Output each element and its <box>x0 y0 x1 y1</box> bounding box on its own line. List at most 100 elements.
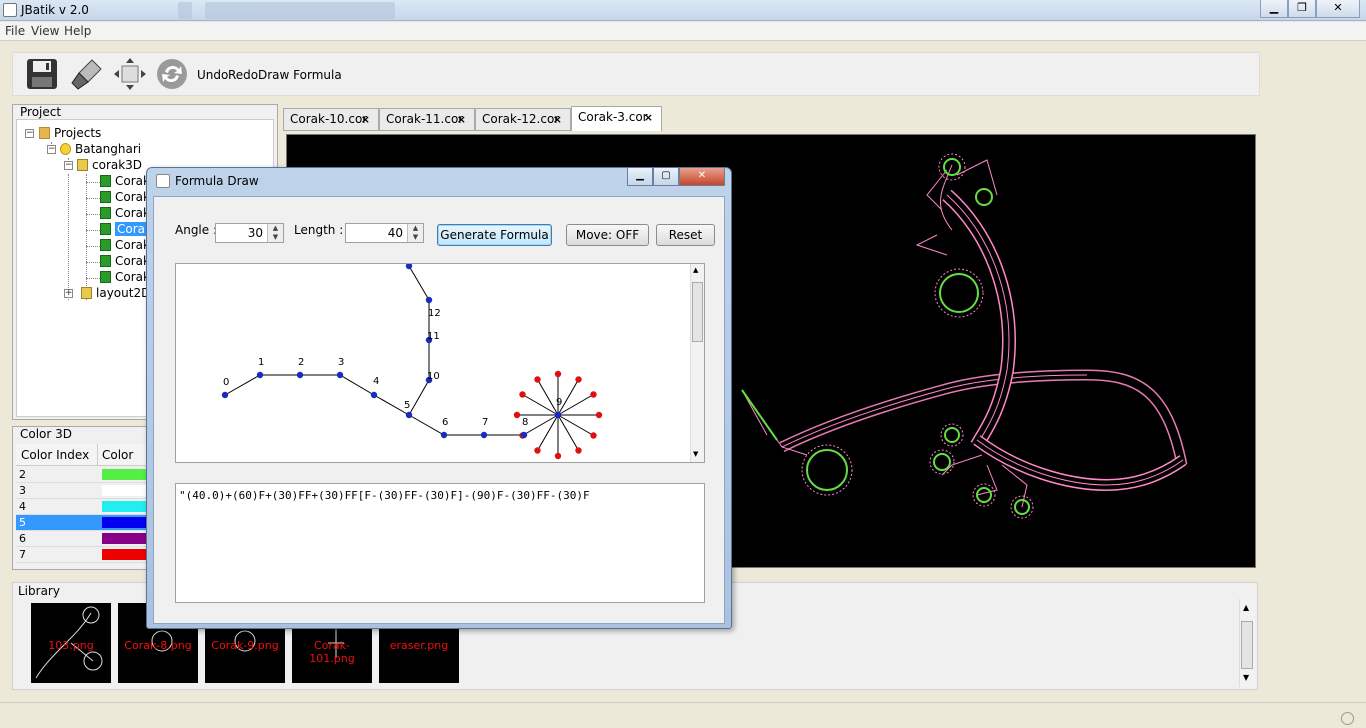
node-label: 1 <box>258 357 264 368</box>
tree-node-layout2d[interactable]: layout2D <box>81 286 150 301</box>
collapse-batanghari-icon[interactable]: − <box>47 145 56 154</box>
color-swatch[interactable] <box>102 485 150 496</box>
node-label: 12 <box>428 308 441 319</box>
undo-button[interactable]: Undo <box>197 68 228 82</box>
angle-spinner[interactable]: 30 ▲ ▼ <box>215 223 284 243</box>
generate-formula-button[interactable]: Generate Formula <box>437 224 552 246</box>
color-swatch[interactable] <box>102 517 150 528</box>
dialog-maximize-button[interactable]: ▢ <box>653 168 679 186</box>
collapse-corak3d-icon[interactable]: − <box>64 161 73 170</box>
column-header-color[interactable]: Color <box>98 444 148 466</box>
formula-graph[interactable]: 0 1 2 3 4 5 6 7 8 9 10 11 12 ▲ ▼ <box>175 262 705 463</box>
graph-scrollbar[interactable]: ▲ ▼ <box>690 264 704 462</box>
graph-node <box>296 371 304 379</box>
sun-icon <box>60 143 71 155</box>
length-spinner[interactable]: 40 ▲ ▼ <box>345 223 424 243</box>
length-label: Length : <box>294 223 344 237</box>
star-node <box>554 370 562 378</box>
tree-node-projects[interactable]: Projects <box>39 126 101 141</box>
file-icon <box>100 191 111 203</box>
angle-label: Angle : <box>175 223 218 237</box>
tree-node-batanghari[interactable]: Batanghari <box>60 142 141 157</box>
refresh-icon[interactable] <box>155 57 189 91</box>
color-row[interactable]: 2 <box>16 467 150 483</box>
column-header-index[interactable]: Color Index <box>16 444 98 466</box>
star-ray <box>537 414 559 451</box>
star-node <box>590 391 597 398</box>
collapse-projects-icon[interactable]: − <box>25 129 34 138</box>
tab-corak-12[interactable]: Corak-12.cor × <box>475 108 571 131</box>
file-icon <box>100 223 111 235</box>
graph-node <box>554 411 562 419</box>
redo-button[interactable]: Redo <box>228 68 258 82</box>
title-bar: JBatik v 2.0 ▁ ❐ ✕ <box>0 0 1366 21</box>
minimize-button[interactable]: ▁ <box>1260 0 1288 18</box>
tab-close-icon[interactable]: × <box>553 109 562 130</box>
reset-button[interactable]: Reset <box>656 224 715 246</box>
color-row[interactable]: 3 <box>16 483 150 499</box>
dialog-close-button[interactable]: ✕ <box>679 168 725 186</box>
dialog-app-icon <box>156 174 170 188</box>
dialog-body: Angle : 30 ▲ ▼ Length : 40 ▲ ▼ Generate Fo… <box>153 196 725 624</box>
color-swatch[interactable] <box>102 501 150 512</box>
tab-close-icon[interactable]: × <box>644 107 653 128</box>
brush-icon[interactable] <box>70 57 104 91</box>
color-index: 3 <box>19 484 26 497</box>
tab-corak-11[interactable]: Corak-11.cor × <box>379 108 475 131</box>
star-node <box>534 376 541 383</box>
menu-help[interactable]: Help <box>64 24 91 38</box>
draw-formula-button[interactable]: Draw Formula <box>258 68 342 82</box>
color-swatch[interactable] <box>102 549 150 560</box>
window-title: JBatik v 2.0 <box>21 3 89 17</box>
move-toggle-button[interactable]: Move: OFF <box>566 224 649 246</box>
library-scrollbar[interactable]: ▲ ▼ <box>1239 599 1255 687</box>
node-label: 2 <box>298 357 304 368</box>
formula-text-area[interactable]: "(40.0)+(60)F+(30)FF+(30)FF[F-(30)FF-(30… <box>175 483 705 603</box>
library-item[interactable]: 103.png <box>31 603 111 683</box>
color-row[interactable]: 6 <box>16 531 150 547</box>
color-swatch[interactable] <box>102 533 150 544</box>
dialog-minimize-button[interactable]: ▁ <box>627 168 653 186</box>
file-icon <box>100 255 111 267</box>
color-row[interactable]: 4 <box>16 499 150 515</box>
color-row[interactable]: 5 <box>16 515 150 531</box>
fit-icon[interactable] <box>113 57 147 91</box>
star-node <box>513 411 521 419</box>
tree-node-corak3d[interactable]: corak3D <box>77 158 142 173</box>
star-node <box>534 447 541 454</box>
close-button[interactable]: ✕ <box>1316 0 1360 18</box>
color-index: 2 <box>19 468 26 481</box>
dialog-title: Formula Draw <box>175 174 259 188</box>
graph-node <box>440 431 448 439</box>
task-button <box>205 2 395 19</box>
maximize-button[interactable]: ❐ <box>1288 0 1316 18</box>
tab-corak-3[interactable]: Corak-3.cor × <box>571 106 662 131</box>
status-bar <box>0 702 1366 728</box>
color-index: 5 <box>19 516 26 529</box>
color-index: 4 <box>19 500 26 513</box>
expand-layout2d-icon[interactable]: + <box>64 289 73 298</box>
file-icon <box>100 175 111 187</box>
star-node <box>575 376 582 383</box>
star-ray <box>557 414 579 451</box>
menu-bar: File View Help <box>0 22 1366 41</box>
color-row[interactable]: 7 <box>16 547 150 563</box>
tab-close-icon[interactable]: × <box>457 109 466 130</box>
tab-close-icon[interactable]: × <box>361 109 370 130</box>
save-icon[interactable] <box>25 57 59 91</box>
menu-file[interactable]: File <box>5 24 25 38</box>
spinner-arrows-icon[interactable]: ▲ ▼ <box>267 224 283 242</box>
project-panel-title: Project <box>20 105 62 119</box>
star-node <box>519 391 526 398</box>
color-swatch[interactable] <box>102 469 150 480</box>
color3d-title: Color 3D <box>20 427 73 441</box>
node-label: 0 <box>223 377 229 388</box>
node-label: 9 <box>556 397 562 408</box>
app-icon <box>3 3 17 17</box>
layout-icon <box>81 287 92 299</box>
menu-view[interactable]: View <box>31 24 59 38</box>
file-icon <box>100 271 111 283</box>
tab-corak-10[interactable]: Corak-10.cor × <box>283 108 379 131</box>
node-label: 4 <box>373 376 379 387</box>
spinner-arrows-icon[interactable]: ▲ ▼ <box>407 224 423 242</box>
